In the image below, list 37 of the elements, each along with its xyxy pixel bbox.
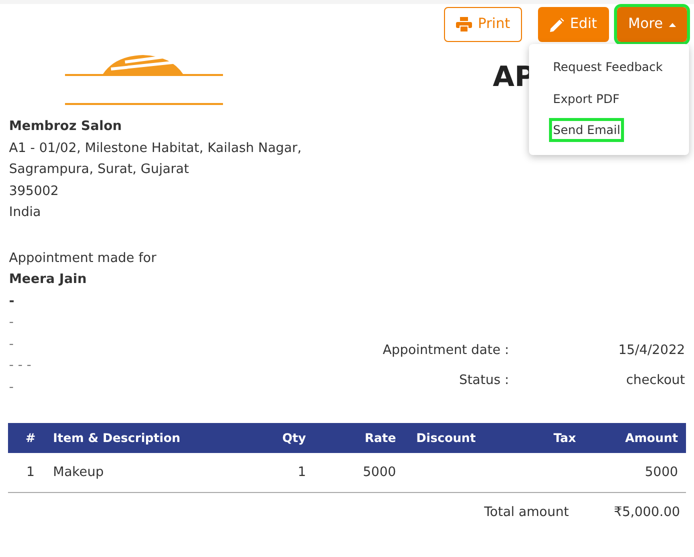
table-cell: 5000 [644, 464, 678, 480]
table-cell: 1 [298, 464, 306, 480]
address-line: India [9, 204, 41, 222]
detail-value: checkout [625, 372, 685, 390]
column-header: Qty [281, 430, 306, 447]
column-header: # [24, 430, 37, 447]
customer-detail: - [9, 292, 16, 310]
customer-detail: - [9, 314, 15, 332]
address-line: A1 - 01/02, Milestone Habitat, Kailash Nagar, [9, 140, 302, 158]
detail-value: 15/4/2022 [617, 342, 685, 360]
address-line: Sagrampura, Surat, Gujarat [9, 161, 189, 179]
detail-label: Status : [458, 372, 509, 390]
table-cell: Makeup [53, 464, 104, 480]
customer-detail: - [9, 378, 15, 396]
column-header: Rate [364, 430, 396, 447]
table-cell: 5000 [362, 464, 396, 480]
column-header: Discount [415, 430, 477, 447]
pencil-icon [550, 18, 564, 32]
customer-detail: - - - [9, 357, 32, 375]
column-header: Tax [552, 430, 576, 447]
customer-detail: - [9, 336, 15, 354]
address-line: 395002 [9, 182, 59, 200]
customer-name: Meera Jain [9, 271, 87, 289]
table-cell: 1 [26, 464, 35, 480]
company-name: Membroz Salon [9, 118, 122, 136]
menu-item[interactable]: Send Email [552, 121, 622, 139]
column-header: Amount [624, 430, 679, 447]
menu-item[interactable]: Request Feedback [552, 58, 664, 76]
logo-icon [65, 54, 225, 106]
menu-item[interactable]: Export PDF [552, 90, 620, 108]
total-value: ₹5,000.00 [614, 504, 680, 522]
printer-icon [456, 17, 472, 32]
customer-caption: Appointment made for [9, 250, 156, 268]
detail-label: Appointment date : [382, 342, 509, 360]
total-label: Total amount [484, 504, 569, 522]
column-header: Item & Description [53, 430, 182, 447]
caret-icon [668, 22, 676, 26]
